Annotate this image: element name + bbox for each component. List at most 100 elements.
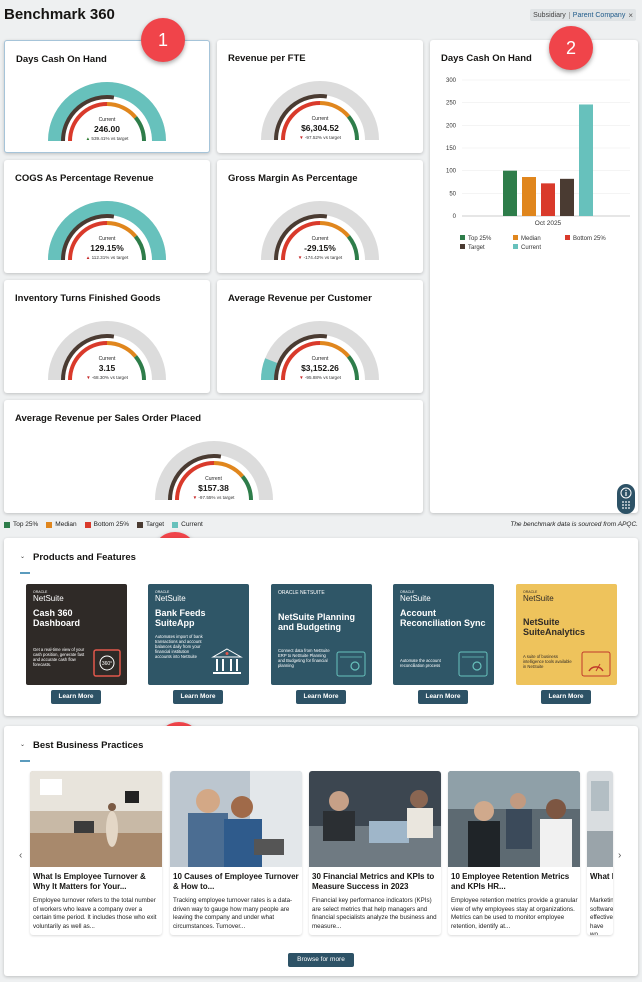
article-card[interactable]: 30 Financial Metrics and KPIs to Measure…	[309, 771, 441, 935]
y-tick-label: 250	[446, 101, 457, 107]
kpi-delta: ▲ 539.41% vs target	[85, 136, 129, 141]
article-title[interactable]: 30 Financial Metrics and KPIs to Measure…	[312, 872, 440, 893]
kpi-delta: ▼ -97.55% vs target	[192, 495, 235, 500]
product-tile-suiteanalytics[interactable]: ORACLE NetSuite NetSuite SuiteAnalytics A…	[516, 584, 617, 685]
clear-filter-icon[interactable]: ×	[628, 11, 633, 20]
browse-for-more-button[interactable]: Browse for more	[288, 953, 354, 967]
product-tile-bank-feeds[interactable]: ORACLE NetSuite Bank Feeds SuiteApp Autom…	[148, 584, 249, 685]
article-desc: Financial key performance indicators (KP…	[312, 897, 437, 930]
kpi-card-cogs-percentage-revenue[interactable]: COGS As Percentage Revenue Current 129.1…	[4, 160, 210, 273]
learn-more-button[interactable]: Learn More	[51, 690, 101, 704]
cash-360-icon: 360°	[93, 649, 121, 677]
section-underline	[20, 760, 30, 762]
chart-legend-item: Bottom 25%	[565, 235, 606, 242]
kpi-card-gross-margin-percentage[interactable]: Gross Margin As Percentage Current -29.1…	[217, 160, 423, 273]
svg-text:Median: Median	[521, 236, 541, 242]
svg-text:Target: Target	[468, 245, 485, 251]
page-title: Benchmark 360	[4, 6, 115, 23]
article-desc: Tracking employee turnover rates is a da…	[173, 897, 293, 930]
kpi-title: Days Cash On Hand	[16, 54, 107, 65]
kpi-delta: ▼ -174.42% vs target	[297, 255, 343, 260]
chart-legend-item: Top 25%	[460, 235, 492, 242]
kpi-caption: Current	[98, 236, 116, 242]
bar-median	[522, 177, 536, 216]
benchmark-legend: Top 25% Median Bottom 25% Target Current	[4, 521, 211, 528]
chart-legend-item: Median	[513, 235, 541, 242]
legend-item: Current	[172, 521, 203, 528]
chart-panel: Days Cash On Hand 0 50 100 150 200 250 300 Oct …	[430, 40, 638, 513]
kpi-title: COGS As Percentage Revenue	[15, 173, 154, 184]
dashboard-gauge-icon	[581, 651, 611, 677]
learn-more-button[interactable]: Learn More	[173, 690, 223, 704]
kpi-value: $3,152.26	[301, 363, 339, 373]
product-title: NetSuite Planning and Budgeting	[278, 612, 356, 633]
article-title[interactable]: What Is Employee Turnover & Why It Matte…	[33, 872, 161, 893]
top-bar: Benchmark 360 Subsidiary Parent Company …	[0, 0, 642, 30]
chart-legend-item: Target	[460, 244, 485, 251]
section-underline	[20, 572, 30, 574]
kpi-delta: ▲ 112.31% vs target	[85, 255, 129, 260]
article-desc: Employee turnover refers to the total nu…	[33, 897, 157, 930]
product-tile-cash-360[interactable]: ORACLE NetSuite Cash 360 Dashboard Get a …	[26, 584, 127, 685]
svg-text:Top 25%: Top 25%	[468, 236, 492, 242]
learn-more-button[interactable]: Learn More	[418, 690, 468, 704]
bank-icon	[211, 648, 243, 674]
practices-section-title[interactable]: Best Business Practices	[33, 740, 143, 751]
kpi-value: -29.15%	[304, 243, 336, 253]
bar-bottom-25-	[541, 183, 555, 216]
kpi-caption: Current	[205, 476, 222, 482]
article-title[interactable]: 10 Employee Retention Metrics and KPIs H…	[451, 872, 579, 893]
kpi-gauge: Current 129.15% ▲ 112.31% vs target	[47, 192, 167, 262]
legend-item: Median	[46, 521, 77, 528]
article-title[interactable]: 10 Causes of Employee Turnover & How to.…	[173, 872, 301, 893]
svg-text:Current: Current	[521, 245, 541, 251]
svg-text:Bottom 25%: Bottom 25%	[573, 236, 606, 242]
carousel-next-button[interactable]: ›	[618, 850, 621, 861]
product-desc: Connect data from NetSuite ERP to NetSui…	[278, 648, 330, 669]
article-photo-office	[30, 771, 162, 867]
carousel-prev-button[interactable]: ‹	[19, 850, 22, 861]
subsidiary-filter-value[interactable]: Parent Company	[573, 12, 626, 19]
y-tick-label: 100	[446, 169, 457, 175]
kpi-title: Average Revenue per Customer	[228, 293, 372, 304]
collapse-products-icon[interactable]: ⌄	[20, 553, 25, 560]
kpi-card-days-cash-on-hand[interactable]: Days Cash On Hand Current 246.00 ▲ 539.4…	[4, 40, 210, 153]
article-card[interactable]: 10 Employee Retention Metrics and KPIs H…	[448, 771, 580, 935]
y-tick-label: 300	[446, 78, 457, 84]
article-photo-meeting	[309, 771, 441, 867]
kpi-value: $6,304.52	[301, 123, 339, 133]
article-card[interactable]: What Is Automation... Marketing software…	[587, 771, 613, 935]
gauge-median-arc	[106, 102, 138, 119]
product-tile-planning-budgeting[interactable]: ORACLE NETSUITE NetSuite Planning and Bu…	[271, 584, 372, 685]
product-desc: A suite of business intelligence tools a…	[523, 654, 572, 670]
bar-target	[560, 178, 574, 216]
info-help-button[interactable]	[617, 484, 635, 514]
learn-more-button[interactable]: Learn More	[296, 690, 346, 704]
kpi-card-average-revenue-per-customer[interactable]: Average Revenue per Customer Current $3,…	[217, 280, 423, 393]
article-card[interactable]: What Is Employee Turnover & Why It Matte…	[30, 771, 162, 935]
gear-window-icon	[336, 651, 366, 677]
article-title[interactable]: What Is Automation...	[590, 872, 613, 882]
y-tick-label: 200	[446, 123, 457, 129]
products-section-title[interactable]: Products and Features	[33, 552, 136, 563]
kpi-title: Revenue per FTE	[228, 53, 306, 64]
kpi-card-average-revenue-per-sales-order[interactable]: Average Revenue per Sales Order Placed C…	[4, 400, 423, 513]
kpi-caption: Current	[98, 117, 116, 123]
gauge-median-arc	[106, 341, 138, 358]
collapse-practices-icon[interactable]: ⌄	[20, 741, 25, 748]
kpi-card-revenue-per-fte[interactable]: Revenue per FTE Current $6,304.52 ▼ -97.…	[217, 40, 423, 153]
product-tile-account-reconciliation[interactable]: ORACLE NetSuite Account Reconciliation Sy…	[393, 584, 494, 685]
article-card[interactable]: 10 Causes of Employee Turnover & How to.…	[170, 771, 302, 935]
product-desc: Automates import of bank transactions an…	[155, 634, 203, 660]
y-tick-label: 50	[449, 191, 456, 197]
gauge-median-arc	[106, 221, 138, 238]
kpi-card-inventory-turns[interactable]: Inventory Turns Finished Goods Current 3…	[4, 280, 210, 393]
bar-current	[579, 104, 593, 216]
chart-title: Days Cash On Hand	[441, 53, 532, 64]
callout-badge-2: 2	[549, 26, 593, 70]
legend-item: Target	[137, 521, 164, 528]
learn-more-button[interactable]: Learn More	[541, 690, 591, 704]
kpi-title: Gross Margin As Percentage	[228, 173, 358, 184]
subsidiary-filter-label: Subsidiary	[533, 11, 570, 19]
subsidiary-filter-chip[interactable]: Subsidiary Parent Company ×	[530, 9, 636, 21]
